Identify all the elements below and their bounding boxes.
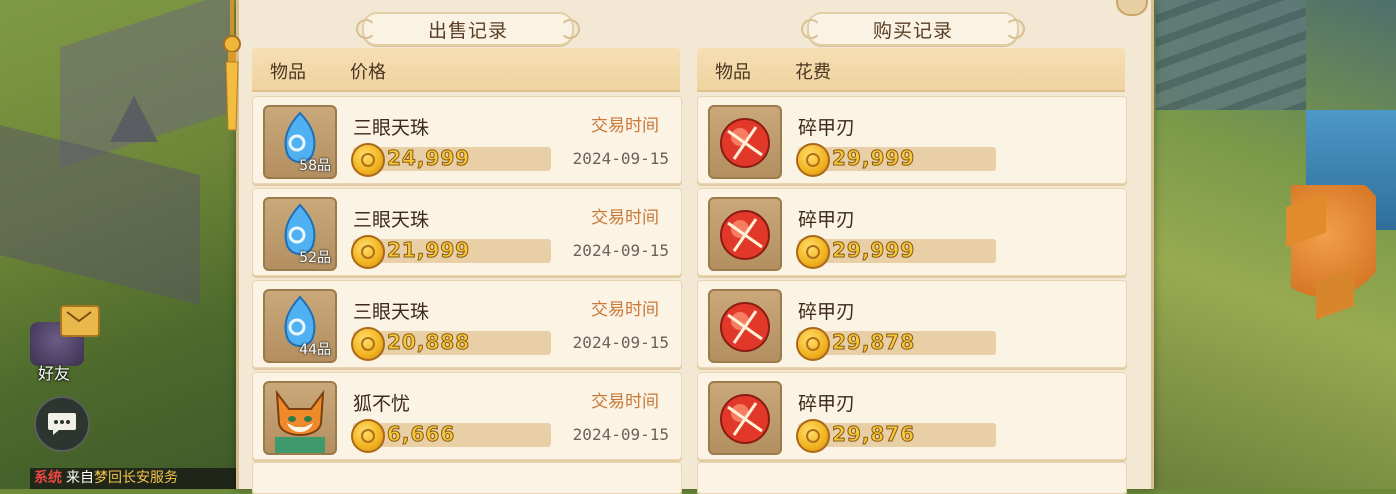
stone-pyramid — [110, 96, 158, 142]
chat-bubble-icon — [48, 413, 76, 435]
tassel-ornament-icon — [223, 0, 241, 131]
system-from: 来自 — [66, 470, 94, 486]
price-bar: 29,999 — [796, 143, 996, 177]
trade-date: 2024-09-15 — [572, 149, 669, 168]
purchase-records-title: 购买记录 — [801, 12, 1025, 46]
red-orb-icon — [708, 105, 782, 179]
trade-time-label: 交易时间 — [591, 392, 659, 412]
blue-bead-icon: 58品 — [263, 105, 337, 179]
item-name: 三眼天珠 — [353, 209, 430, 231]
price-value: 29,878 — [831, 330, 916, 355]
item-name: 碎甲刃 — [798, 301, 856, 323]
price-value: 24,999 — [386, 146, 471, 171]
coin-icon — [796, 419, 830, 453]
trade-date: 2024-09-15 — [572, 425, 669, 444]
item-name: 三眼天珠 — [353, 301, 430, 323]
item-name: 碎甲刃 — [798, 209, 856, 231]
system-tag: 系统 — [34, 470, 62, 486]
system-server-name: 梦回长安服务 — [94, 470, 178, 486]
chat-button[interactable] — [34, 396, 90, 452]
red-orb-icon — [708, 197, 782, 271]
header-price: 价格 — [350, 62, 386, 83]
price-value: 29,999 — [831, 238, 916, 263]
price-bar: 29,876 — [796, 419, 996, 453]
coin-icon — [351, 143, 385, 177]
sales-records-title: 出售记录 — [356, 12, 580, 46]
purchase-row-partial[interactable] — [697, 462, 1127, 494]
system-message-bar[interactable]: 系统 来自梦回长安服务 — [30, 468, 240, 489]
price-bar: 29,999 — [796, 235, 996, 269]
sale-row[interactable]: 狐不忧 6,666 交易时间 2024-09-15 — [252, 372, 682, 460]
blue-bead-icon: 52品 — [263, 197, 337, 271]
purchase-row[interactable]: 碎甲刃 29,878 — [697, 280, 1127, 368]
trade-date: 2024-09-15 — [572, 333, 669, 352]
price-value: 21,999 — [386, 238, 471, 263]
trade-date: 2024-09-15 — [572, 241, 669, 260]
stone-stairs — [1156, 0, 1306, 110]
coin-icon — [796, 327, 830, 361]
price-value: 20,888 — [386, 330, 471, 355]
header-item: 物品 — [715, 62, 751, 83]
price-bar: 24,999 — [351, 143, 551, 177]
price-value: 29,999 — [831, 146, 916, 171]
item-grade: 52品 — [299, 250, 331, 266]
sale-row-partial[interactable] — [252, 462, 682, 494]
fox-pet-icon — [263, 381, 337, 455]
item-name: 三眼天珠 — [353, 117, 430, 139]
blue-bead-icon: 44品 — [263, 289, 337, 363]
sale-row[interactable]: 58品 三眼天珠 24,999 交易时间 2024-09-15 — [252, 96, 682, 184]
red-orb-icon — [708, 381, 782, 455]
coin-icon — [351, 327, 385, 361]
item-grade: 58品 — [299, 158, 331, 174]
header-cost: 花费 — [795, 62, 831, 83]
price-bar: 29,878 — [796, 327, 996, 361]
sales-table-header: 物品 价格 — [252, 48, 680, 92]
trade-time-label: 交易时间 — [591, 116, 659, 136]
item-name: 碎甲刃 — [798, 393, 856, 415]
purchase-row[interactable]: 碎甲刃 29,999 — [697, 96, 1127, 184]
price-bar: 21,999 — [351, 235, 551, 269]
item-grade: 44品 — [299, 342, 331, 358]
coin-icon — [796, 235, 830, 269]
trade-time-label: 交易时间 — [591, 300, 659, 320]
sale-row[interactable]: 52品 三眼天珠 21,999 交易时间 2024-09-15 — [252, 188, 682, 276]
item-name: 碎甲刃 — [798, 117, 856, 139]
price-bar: 6,666 — [351, 419, 551, 453]
price-value: 6,666 — [386, 422, 456, 447]
mail-icon[interactable] — [60, 305, 100, 337]
coin-icon — [351, 235, 385, 269]
price-value: 29,876 — [831, 422, 916, 447]
header-item: 物品 — [270, 62, 306, 83]
scene-right — [1146, 0, 1396, 489]
purchase-row[interactable]: 碎甲刃 29,876 — [697, 372, 1127, 460]
item-name: 狐不忧 — [353, 393, 411, 415]
coin-icon — [796, 143, 830, 177]
price-bar: 20,888 — [351, 327, 551, 361]
friend-label: 好友 — [38, 364, 71, 383]
trade-time-label: 交易时间 — [591, 208, 659, 228]
red-orb-icon — [708, 289, 782, 363]
purchase-table-header: 物品 花费 — [697, 48, 1125, 92]
sale-row[interactable]: 44品 三眼天珠 20,888 交易时间 2024-09-15 — [252, 280, 682, 368]
purchase-row[interactable]: 碎甲刃 29,999 — [697, 188, 1127, 276]
coin-icon — [351, 419, 385, 453]
